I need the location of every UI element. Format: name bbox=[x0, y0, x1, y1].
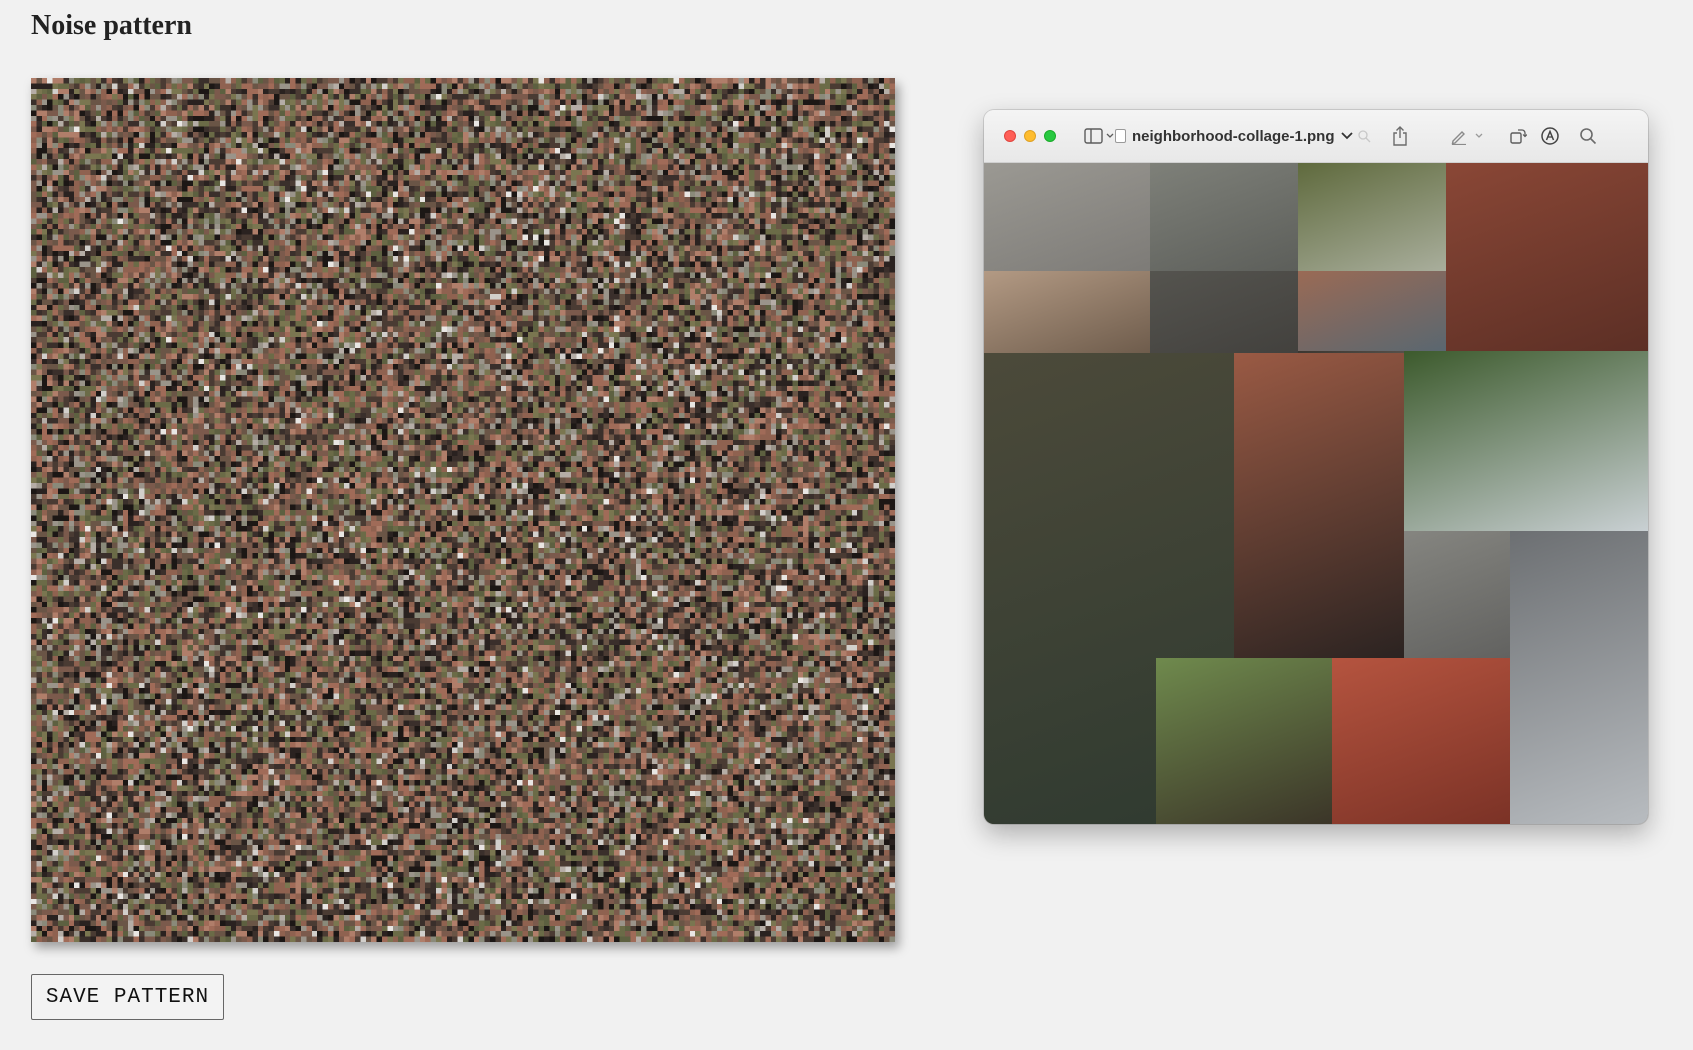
page-title: Noise pattern bbox=[31, 10, 192, 41]
share-icon bbox=[1393, 126, 1407, 146]
collage-tile-sidewalk-gray bbox=[984, 163, 1150, 271]
noise-canvas bbox=[31, 78, 895, 942]
collage-tile-tree-canopy-top bbox=[1298, 163, 1446, 271]
sidebar-icon bbox=[1084, 128, 1103, 144]
document-icon bbox=[1115, 129, 1126, 143]
markup-pen-icon bbox=[1451, 131, 1466, 145]
collage-tile-red-building bbox=[1332, 658, 1510, 824]
collage-tile-sidewalk-corner bbox=[1404, 531, 1510, 658]
collage-tile-green-tree bbox=[1404, 351, 1648, 531]
collage-tile-street-bollards bbox=[1510, 531, 1648, 824]
chevron-down-icon bbox=[1475, 133, 1483, 138]
collage-tile-railing-stoop-top bbox=[1298, 271, 1446, 351]
save-pattern-button[interactable]: SAVE PATTERN bbox=[31, 974, 224, 1020]
markup-menu-button[interactable] bbox=[1473, 124, 1485, 148]
sidebar-toggle-button[interactable] bbox=[1080, 124, 1118, 148]
collage-tile-iron-railing-stairs bbox=[1234, 353, 1404, 658]
annotate-button[interactable] bbox=[1539, 124, 1561, 148]
magnifier-faint-icon bbox=[1358, 130, 1371, 143]
collage-tile-wall-panel bbox=[984, 271, 1164, 353]
collage-tile-tree-branches bbox=[1156, 658, 1332, 824]
document-filename: neighborhood-collage-1.png bbox=[1132, 127, 1335, 145]
share-button[interactable] bbox=[1389, 124, 1411, 148]
minimize-window-button[interactable] bbox=[1024, 130, 1036, 142]
zoom-window-button[interactable] bbox=[1044, 130, 1056, 142]
markup-button[interactable] bbox=[1448, 124, 1470, 148]
collage-tile-brick-building-top bbox=[1446, 163, 1648, 351]
chevron-down-icon bbox=[1106, 133, 1114, 138]
preview-titlebar: neighborhood-collage-1.png bbox=[984, 110, 1648, 163]
collage-image bbox=[984, 163, 1648, 824]
preview-window: neighborhood-collage-1.png bbox=[984, 110, 1648, 824]
search-icon bbox=[1580, 128, 1597, 145]
zoom-out-button[interactable] bbox=[1355, 124, 1373, 148]
rotate-icon bbox=[1510, 129, 1527, 144]
noise-pattern-canvas bbox=[31, 78, 895, 942]
annotate-icon bbox=[1541, 127, 1559, 145]
close-window-button[interactable] bbox=[1004, 130, 1016, 142]
document-title[interactable]: neighborhood-collage-1.png bbox=[1115, 124, 1353, 148]
chevron-down-icon bbox=[1340, 132, 1353, 140]
rotate-button[interactable] bbox=[1507, 124, 1529, 148]
search-button[interactable] bbox=[1577, 124, 1599, 148]
